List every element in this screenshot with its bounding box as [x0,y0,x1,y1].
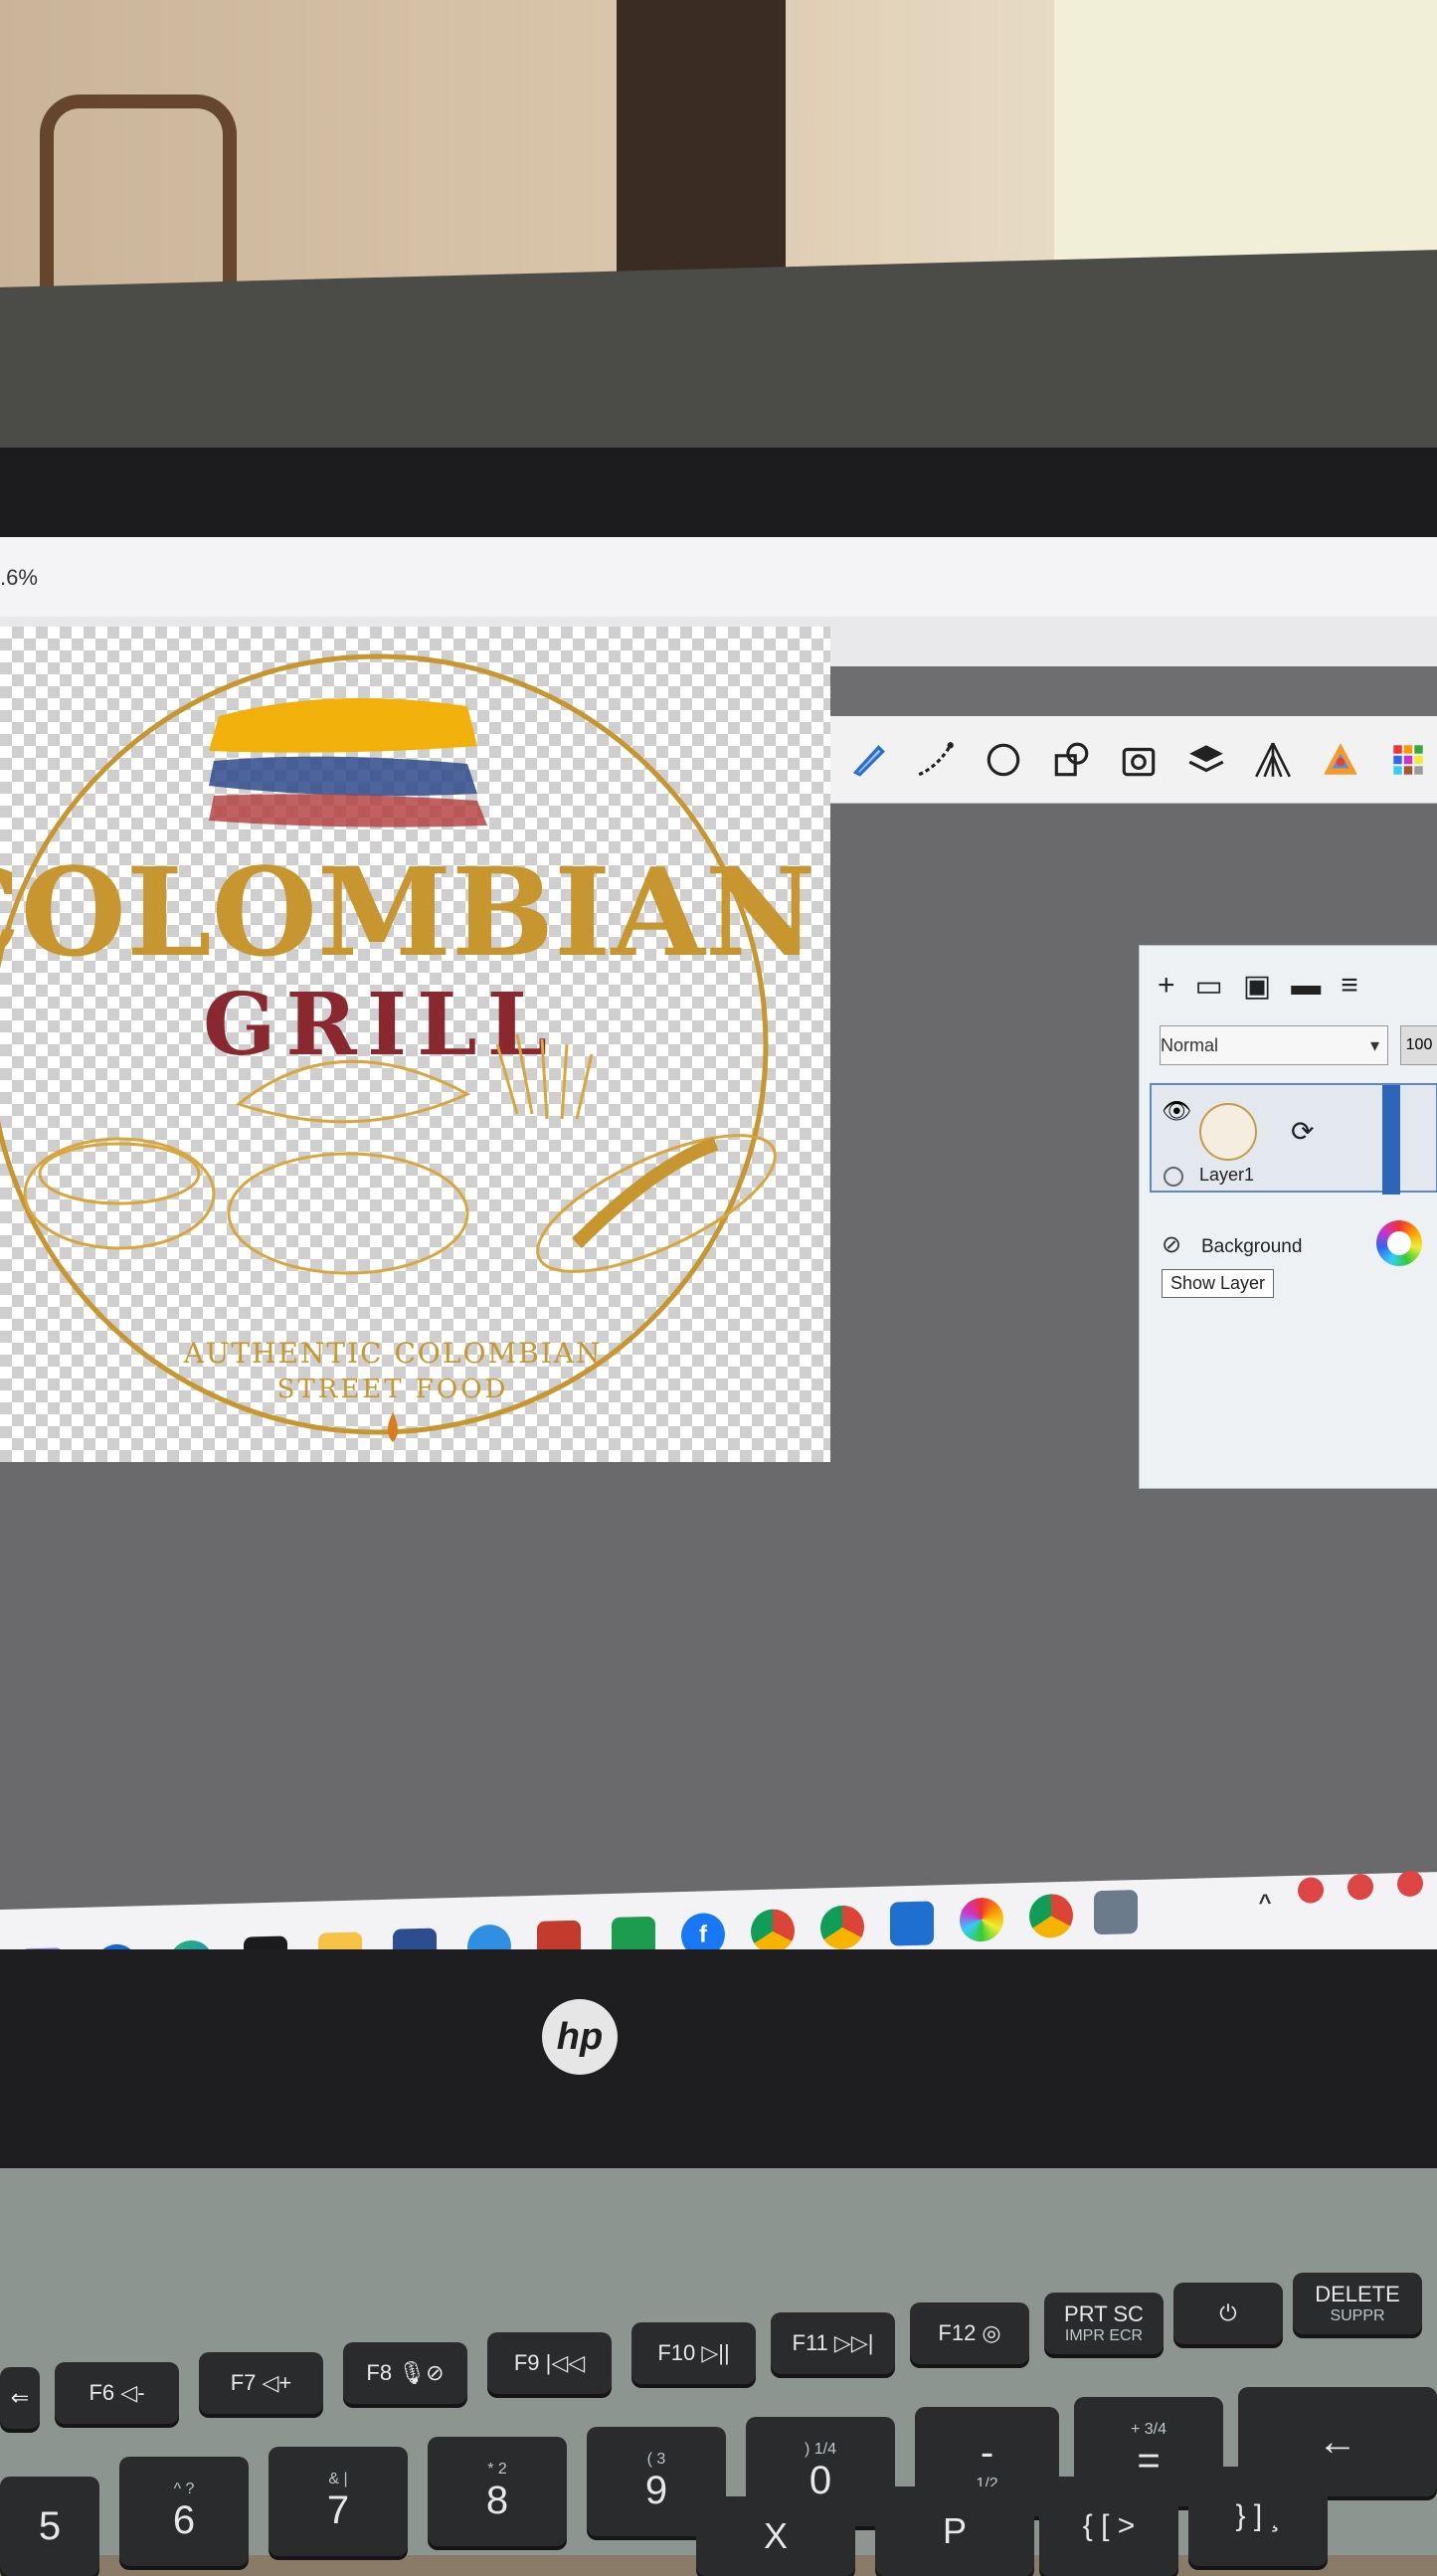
zoom-level-text: .6% [0,565,38,590]
colombian-grill-logo: COLOMBIAN GRILL AUTHENTIC COLOMBIAN STRE… [0,653,815,1442]
chair-background [40,94,237,307]
key[interactable]: } ] ¸ [1188,2467,1328,2566]
flag-blue-stroke [209,756,477,797]
key-prtsc[interactable]: PRT SC IMPR ECR [1044,2293,1164,2354]
palette-icon[interactable] [1379,731,1437,789]
flag-red-stroke [209,794,487,828]
pen-icon[interactable] [839,731,897,789]
refresh-icon[interactable]: ⟳ [1291,1115,1314,1148]
ellipse-icon[interactable] [975,731,1032,789]
artboard-canvas[interactable]: COLOMBIAN GRILL AUTHENTIC COLOMBIAN STRE… [0,627,830,1462]
key[interactable]: F12 ◎ [910,2302,1029,2364]
logo-tagline-2: STREET FOOD [277,1375,509,1404]
curve-icon[interactable] [907,731,965,789]
menu-icon[interactable]: ≡ [1341,969,1358,1003]
shapes-icon[interactable] [1042,731,1100,789]
layer-name: Layer1 [1199,1165,1255,1185]
opacity-field[interactable]: 100 [1400,1025,1437,1065]
tray-app-icon[interactable] [1397,1870,1423,1898]
add-layer-icon[interactable]: + [1158,969,1175,1003]
image-layer-icon[interactable]: ▣ [1243,969,1271,1004]
folder-icon[interactable]: ▭ [1195,969,1223,1004]
key[interactable]: { [ > [1039,2477,1178,2576]
tray-app-icon[interactable] [1298,1877,1324,1904]
tooltip: Show Layer [1162,1269,1275,1298]
window-titlebar: .6% [0,537,1437,617]
key-delete[interactable]: DELETE SUPPR [1293,2273,1422,2334]
laptop-chin [0,1949,1437,2178]
key[interactable]: ^ ? 6 [119,2457,249,2566]
chair-back-background [617,0,786,288]
key[interactable]: ⏻ [1173,2283,1283,2344]
merge-layer-icon[interactable]: ▬ [1291,969,1321,1003]
key[interactable]: F8 🎙⊘ [343,2342,467,2404]
layer-radio[interactable] [1164,1167,1183,1187]
key[interactable]: F10 ▷|| [631,2322,756,2384]
flag-yellow-stroke [209,698,477,753]
eye-hidden-icon[interactable]: ⊘ [1162,1230,1181,1259]
layer-name: Background [1201,1236,1303,1257]
logo-subtitle: GRILL [203,975,557,1075]
perspective-icon[interactable] [1244,731,1302,789]
photos2-icon[interactable] [890,1901,934,1946]
layers-icon[interactable] [1177,731,1235,789]
key[interactable]: P [875,2486,1034,2576]
key[interactable]: X [696,2496,855,2576]
pinwheel-icon[interactable] [960,1897,1003,1942]
hp-logo: hp [542,1999,618,2075]
blend-mode-select[interactable]: Normal ▾ [1160,1025,1388,1065]
layer-thumbnail [1199,1103,1257,1161]
color-triangle-icon[interactable] [1312,731,1369,789]
tray-app-icon[interactable] [1347,1873,1373,1901]
chevron-up-icon[interactable]: ^ [1243,1880,1287,1925]
layer-selection-bar [1382,1085,1400,1195]
key[interactable]: 5 [0,2477,99,2576]
key[interactable]: & | 7 [269,2447,408,2556]
key[interactable]: F7 ◁+ [199,2352,323,2414]
chrome-icon[interactable] [751,1909,795,1954]
keyboard-deck: ⇐ F6 ◁- F7 ◁+ F8 🎙⊘ F9 |◁◁ F10 ▷|| F11 ▷… [0,2168,1437,2576]
layers-toolbar: + ▭ ▣ ▬ ≡ [1140,946,1437,1025]
logo-title: COLOMBIAN [0,840,815,984]
key[interactable]: ⇐ [0,2367,40,2429]
blend-mode-value: Normal [1161,1034,1219,1055]
chrome-icon[interactable] [820,1905,864,1950]
chrome-icon[interactable] [1029,1893,1073,1938]
key[interactable]: F11 ▷▷| [771,2312,895,2374]
key[interactable]: F9 |◁◁ [487,2332,612,2394]
layer-row-layer1[interactable]: 👁 Layer1 ⟳ [1150,1083,1437,1195]
color-wheel-icon[interactable] [1376,1220,1422,1266]
chevron-down-icon: ▾ [1369,1034,1379,1055]
key[interactable]: * 28 [428,2437,567,2546]
flame-icon [388,1412,398,1442]
printer-icon[interactable] [1094,1890,1138,1935]
layers-panel: + ▭ ▣ ▬ ≡ Normal ▾ 100 👁 Layer1 ⟳ ⊘ Back… [1139,945,1437,1489]
eye-icon[interactable]: 👁 [1162,1097,1191,1126]
logo-tagline-1: AUTHENTIC COLOMBIAN [183,1337,603,1370]
key[interactable]: F6 ◁- [55,2362,179,2424]
screenshot-icon[interactable] [1110,731,1168,789]
